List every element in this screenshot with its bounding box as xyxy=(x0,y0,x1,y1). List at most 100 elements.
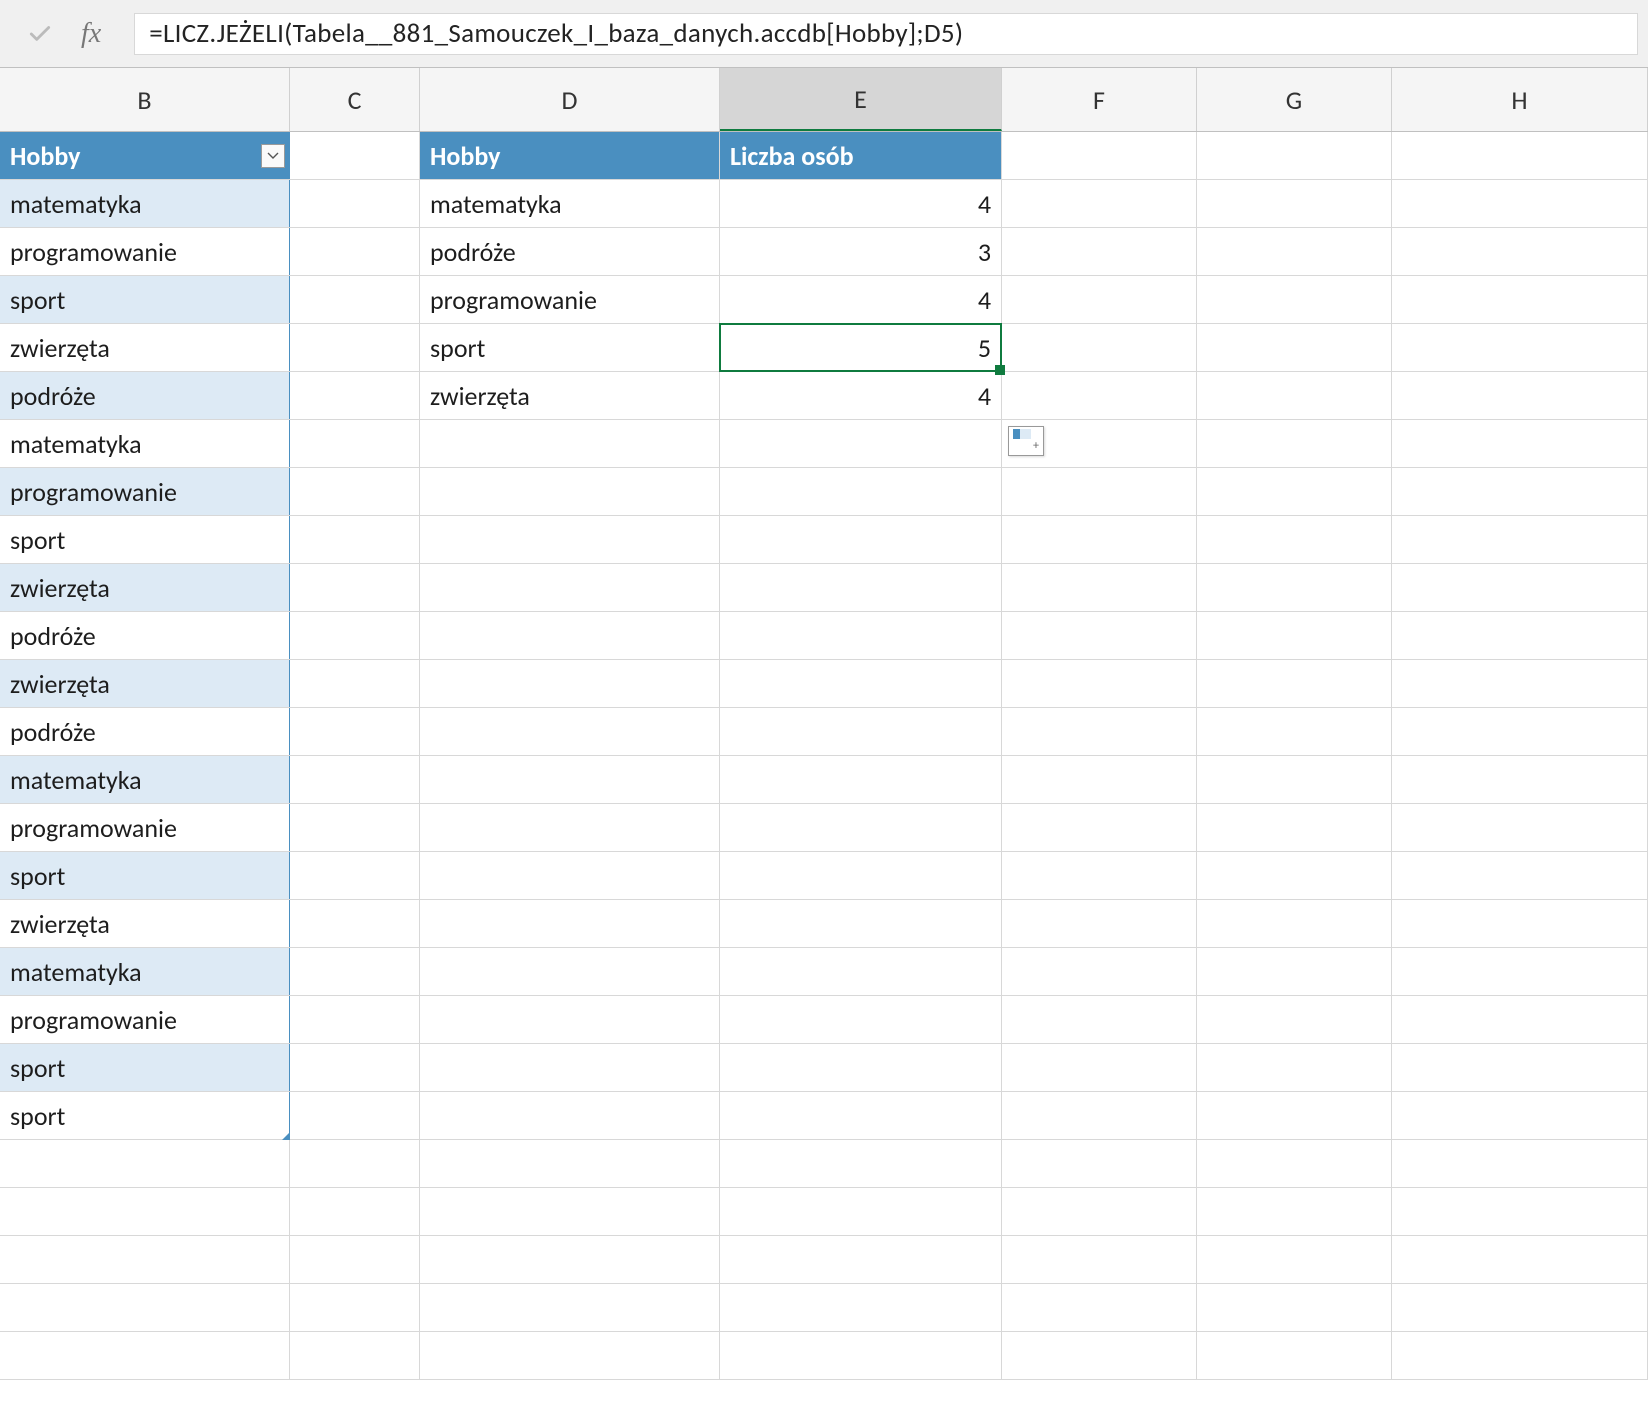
empty-cell[interactable] xyxy=(1197,852,1392,899)
empty-cell[interactable] xyxy=(1197,660,1392,707)
empty-cell[interactable] xyxy=(1197,804,1392,851)
empty-cell[interactable] xyxy=(290,324,420,371)
empty-cell[interactable] xyxy=(290,180,420,227)
empty-cell[interactable] xyxy=(1197,564,1392,611)
empty-cell[interactable] xyxy=(290,1284,420,1331)
empty-cell[interactable] xyxy=(420,1044,720,1091)
empty-cell[interactable] xyxy=(1392,948,1648,995)
empty-cell[interactable] xyxy=(720,1284,1002,1331)
empty-cell[interactable] xyxy=(1002,132,1197,179)
empty-cell[interactable] xyxy=(1197,1284,1392,1331)
empty-cell[interactable] xyxy=(420,1188,720,1235)
table-b-cell[interactable]: zwierzęta xyxy=(0,324,290,371)
summary-cell-hobby[interactable]: matematyka xyxy=(420,180,720,227)
empty-cell[interactable] xyxy=(1392,276,1648,323)
empty-cell[interactable] xyxy=(1392,996,1648,1043)
empty-cell[interactable] xyxy=(290,1092,420,1139)
empty-cell[interactable] xyxy=(720,1332,1002,1379)
empty-cell[interactable] xyxy=(420,516,720,563)
empty-cell[interactable] xyxy=(1392,372,1648,419)
empty-cell[interactable] xyxy=(290,228,420,275)
empty-cell[interactable] xyxy=(420,1236,720,1283)
empty-cell[interactable] xyxy=(1002,756,1197,803)
empty-cell[interactable] xyxy=(1392,900,1648,947)
table-b-cell[interactable]: programowanie xyxy=(0,228,290,275)
table-b-cell[interactable]: matematyka xyxy=(0,756,290,803)
empty-cell[interactable] xyxy=(420,996,720,1043)
empty-cell[interactable] xyxy=(720,900,1002,947)
empty-cell[interactable] xyxy=(1002,324,1197,371)
empty-cell[interactable] xyxy=(420,756,720,803)
empty-cell[interactable] xyxy=(1392,1188,1648,1235)
summary-cell-count[interactable]: 3 xyxy=(720,228,1002,275)
empty-cell[interactable] xyxy=(290,852,420,899)
empty-cell[interactable] xyxy=(420,948,720,995)
empty-cell[interactable] xyxy=(720,996,1002,1043)
empty-cell[interactable] xyxy=(420,804,720,851)
empty-cell[interactable] xyxy=(1002,1092,1197,1139)
empty-cell[interactable] xyxy=(1002,276,1197,323)
empty-cell[interactable] xyxy=(720,1092,1002,1139)
empty-cell[interactable] xyxy=(1002,180,1197,227)
empty-cell[interactable] xyxy=(290,468,420,515)
summary-header-hobby[interactable]: Hobby xyxy=(420,132,720,179)
empty-cell[interactable] xyxy=(290,900,420,947)
empty-cell[interactable] xyxy=(1002,996,1197,1043)
empty-cell[interactable] xyxy=(1197,132,1392,179)
empty-cell[interactable] xyxy=(1002,852,1197,899)
summary-cell-count[interactable]: 4 xyxy=(720,276,1002,323)
empty-cell[interactable] xyxy=(1002,612,1197,659)
table-b-cell[interactable]: podróże xyxy=(0,612,290,659)
empty-cell[interactable] xyxy=(1392,516,1648,563)
column-header-H[interactable]: H xyxy=(1392,68,1648,131)
table-b-cell[interactable]: programowanie xyxy=(0,804,290,851)
empty-cell[interactable] xyxy=(1197,228,1392,275)
empty-cell[interactable] xyxy=(0,1188,290,1235)
empty-cell[interactable] xyxy=(720,468,1002,515)
column-header-G[interactable]: G xyxy=(1197,68,1392,131)
summary-cell-hobby[interactable]: programowanie xyxy=(420,276,720,323)
formula-confirm-icon[interactable] xyxy=(25,19,55,49)
empty-cell[interactable] xyxy=(1002,564,1197,611)
empty-cell[interactable] xyxy=(420,468,720,515)
empty-cell[interactable] xyxy=(720,804,1002,851)
column-header-D[interactable]: D xyxy=(420,68,720,131)
empty-cell[interactable] xyxy=(1392,1044,1648,1091)
table-b-cell[interactable]: matematyka xyxy=(0,948,290,995)
empty-cell[interactable] xyxy=(1002,1044,1197,1091)
empty-cell[interactable] xyxy=(1197,372,1392,419)
empty-cell[interactable] xyxy=(1392,804,1648,851)
empty-cell[interactable] xyxy=(420,1092,720,1139)
empty-cell[interactable] xyxy=(420,420,720,467)
empty-cell[interactable] xyxy=(290,660,420,707)
empty-cell[interactable] xyxy=(1197,1332,1392,1379)
empty-cell[interactable] xyxy=(1002,804,1197,851)
empty-cell[interactable] xyxy=(290,420,420,467)
empty-cell[interactable] xyxy=(1002,1236,1197,1283)
empty-cell[interactable] xyxy=(1392,612,1648,659)
empty-cell[interactable] xyxy=(720,852,1002,899)
summary-cell-hobby[interactable]: zwierzęta xyxy=(420,372,720,419)
empty-cell[interactable] xyxy=(1392,1092,1648,1139)
empty-cell[interactable] xyxy=(1197,948,1392,995)
summary-cell-hobby[interactable]: sport xyxy=(420,324,720,371)
empty-cell[interactable] xyxy=(1197,1044,1392,1091)
empty-cell[interactable] xyxy=(290,516,420,563)
empty-cell[interactable] xyxy=(290,612,420,659)
empty-cell[interactable] xyxy=(420,1284,720,1331)
empty-cell[interactable] xyxy=(420,1140,720,1187)
empty-cell[interactable] xyxy=(0,1236,290,1283)
table-b-cell[interactable]: zwierzęta xyxy=(0,660,290,707)
empty-cell[interactable] xyxy=(0,1140,290,1187)
table-b-cell[interactable]: matematyka xyxy=(0,180,290,227)
empty-cell[interactable] xyxy=(420,900,720,947)
empty-cell[interactable] xyxy=(1392,468,1648,515)
spreadsheet-grid[interactable]: HobbyHobbyLiczba osóbmatematykamatematyk… xyxy=(0,132,1648,1380)
summary-cell-hobby[interactable]: podróże xyxy=(420,228,720,275)
table-b-cell[interactable]: zwierzęta xyxy=(0,564,290,611)
empty-cell[interactable] xyxy=(1197,276,1392,323)
empty-cell[interactable] xyxy=(1002,372,1197,419)
empty-cell[interactable] xyxy=(1002,948,1197,995)
table-b-cell[interactable]: sport xyxy=(0,1092,290,1139)
empty-cell[interactable] xyxy=(1197,1236,1392,1283)
